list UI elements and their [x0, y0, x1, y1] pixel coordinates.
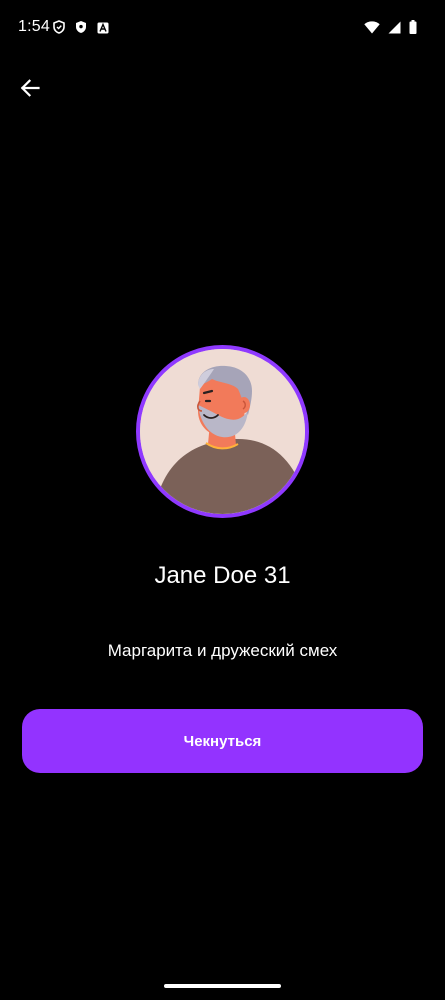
shield-filled-icon [75, 20, 87, 39]
status-bar: 1:54 [0, 0, 445, 60]
profile-name: Jane Doe 31 [154, 562, 291, 589]
status-time: 1:54 [18, 18, 50, 35]
shield-outline-icon [53, 20, 65, 39]
home-indicator[interactable] [164, 984, 281, 988]
check-in-button-label: Чекнуться [183, 732, 262, 750]
back-button[interactable] [14, 75, 46, 105]
profile-avatar [136, 345, 309, 518]
check-in-button[interactable]: Чекнуться [22, 709, 423, 773]
wifi-icon [364, 20, 380, 39]
battery-icon [409, 20, 417, 39]
profile-status: Маргарита и дружеский смех [107, 641, 338, 660]
signal-icon [388, 21, 401, 39]
font-a-icon [97, 21, 109, 39]
status-system-icons [364, 20, 417, 39]
avatar-illustration [140, 349, 305, 514]
status-notification-icons [53, 20, 109, 39]
arrow-left-icon [20, 78, 40, 102]
